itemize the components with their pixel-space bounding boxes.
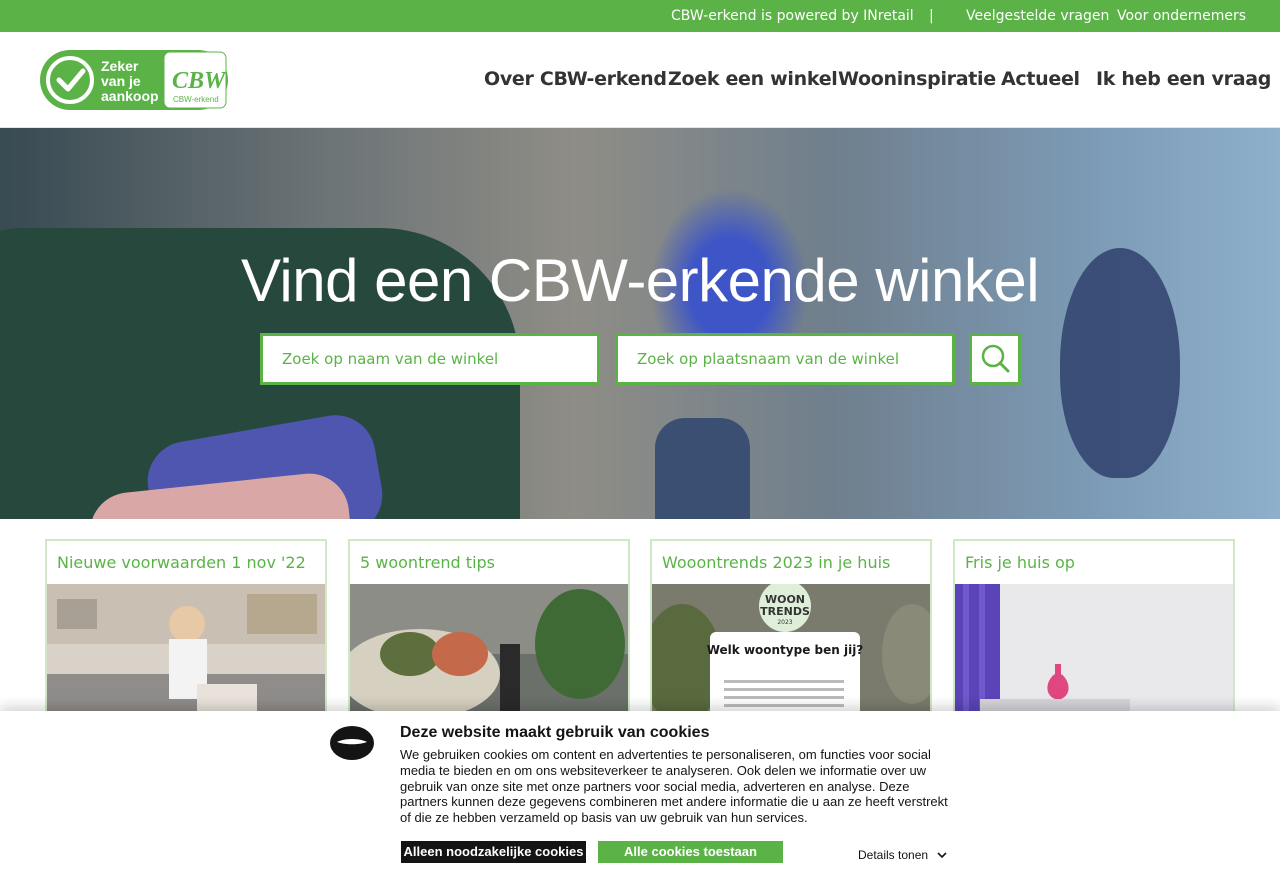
show-details-link[interactable]: Details tonen (858, 848, 947, 862)
nav-item-vraag[interactable]: Ik heb een vraag (1096, 68, 1271, 90)
logo-graphic: Zeker van je aankoop CBW CBW-erkend (40, 50, 228, 110)
cookie-title: Deze website maakt gebruik van cookies (400, 724, 710, 741)
faq-link[interactable]: Veelgestelde vragen (966, 8, 1109, 24)
site-logo[interactable]: Zeker van je aankoop CBW CBW-erkend (40, 50, 228, 110)
powered-by-text: CBW-erkend is powered by INretail (671, 8, 914, 24)
news-card[interactable]: Fris je huis op (953, 539, 1235, 739)
cookie-body: We gebruiken cookies om content en adver… (400, 747, 948, 826)
hero-pot-image (655, 418, 750, 519)
news-card[interactable]: Nieuwe voorwaarden 1 nov '22 (45, 539, 327, 739)
svg-text:van je: van je (101, 73, 141, 89)
search-icon (981, 344, 1010, 373)
show-details-label: Details tonen (858, 848, 929, 862)
search-store-name-input[interactable] (260, 333, 600, 385)
allow-all-cookies-button[interactable]: Alle cookies toestaan (598, 841, 783, 863)
necessary-cookies-button[interactable]: Alleen noodzakelijke cookies (401, 841, 586, 863)
search-button[interactable] (969, 333, 1021, 385)
card-title: 5 woontrend tips (360, 553, 496, 572)
news-card[interactable]: 5 woontrend tips (348, 539, 630, 739)
card-title: Wooontrends 2023 in je huis (662, 553, 891, 572)
svg-text:CBW-erkend: CBW-erkend (173, 95, 219, 104)
news-card[interactable]: Wooontrends 2023 in je huis WOON TRENDS … (650, 539, 932, 739)
chevron-down-icon (937, 852, 947, 859)
woontype-headline: Welk woontype ben jij? (707, 643, 864, 657)
woontrends-badge-line2: TRENDS (760, 605, 810, 618)
card-title: Fris je huis op (965, 553, 1075, 572)
svg-text:aankoop: aankoop (101, 88, 159, 104)
hero-banner: Vind een CBW-erkende winkel (0, 128, 1280, 519)
svg-text:CBW: CBW (172, 68, 227, 94)
nav-item-zoek-winkel[interactable]: Zoek een winkel (668, 68, 838, 90)
nav-item-over-cbw[interactable]: Over CBW-erkend (484, 68, 667, 90)
entrepreneurs-link[interactable]: Voor ondernemers (1117, 8, 1246, 24)
svg-text:Zeker: Zeker (101, 58, 139, 74)
cookie-banner: Deze website maakt gebruik van cookies W… (0, 711, 1280, 887)
cookiebot-icon (330, 726, 374, 760)
nav-item-actueel[interactable]: Actueel (1001, 68, 1080, 90)
woontrends-badge-year: 2023 (777, 619, 792, 626)
top-bar: CBW-erkend is powered by INretail | Veel… (0, 0, 1280, 32)
topbar-separator: | (929, 8, 934, 24)
search-city-input[interactable] (615, 333, 955, 385)
card-title: Nieuwe voorwaarden 1 nov '22 (57, 553, 306, 572)
nav-item-wooninspiratie[interactable]: Wooninspiratie (838, 68, 996, 90)
site-header: Zeker van je aankoop CBW CBW-erkend Over… (0, 32, 1280, 128)
hero-heading: Vind een CBW-erkende winkel (240, 247, 1040, 314)
